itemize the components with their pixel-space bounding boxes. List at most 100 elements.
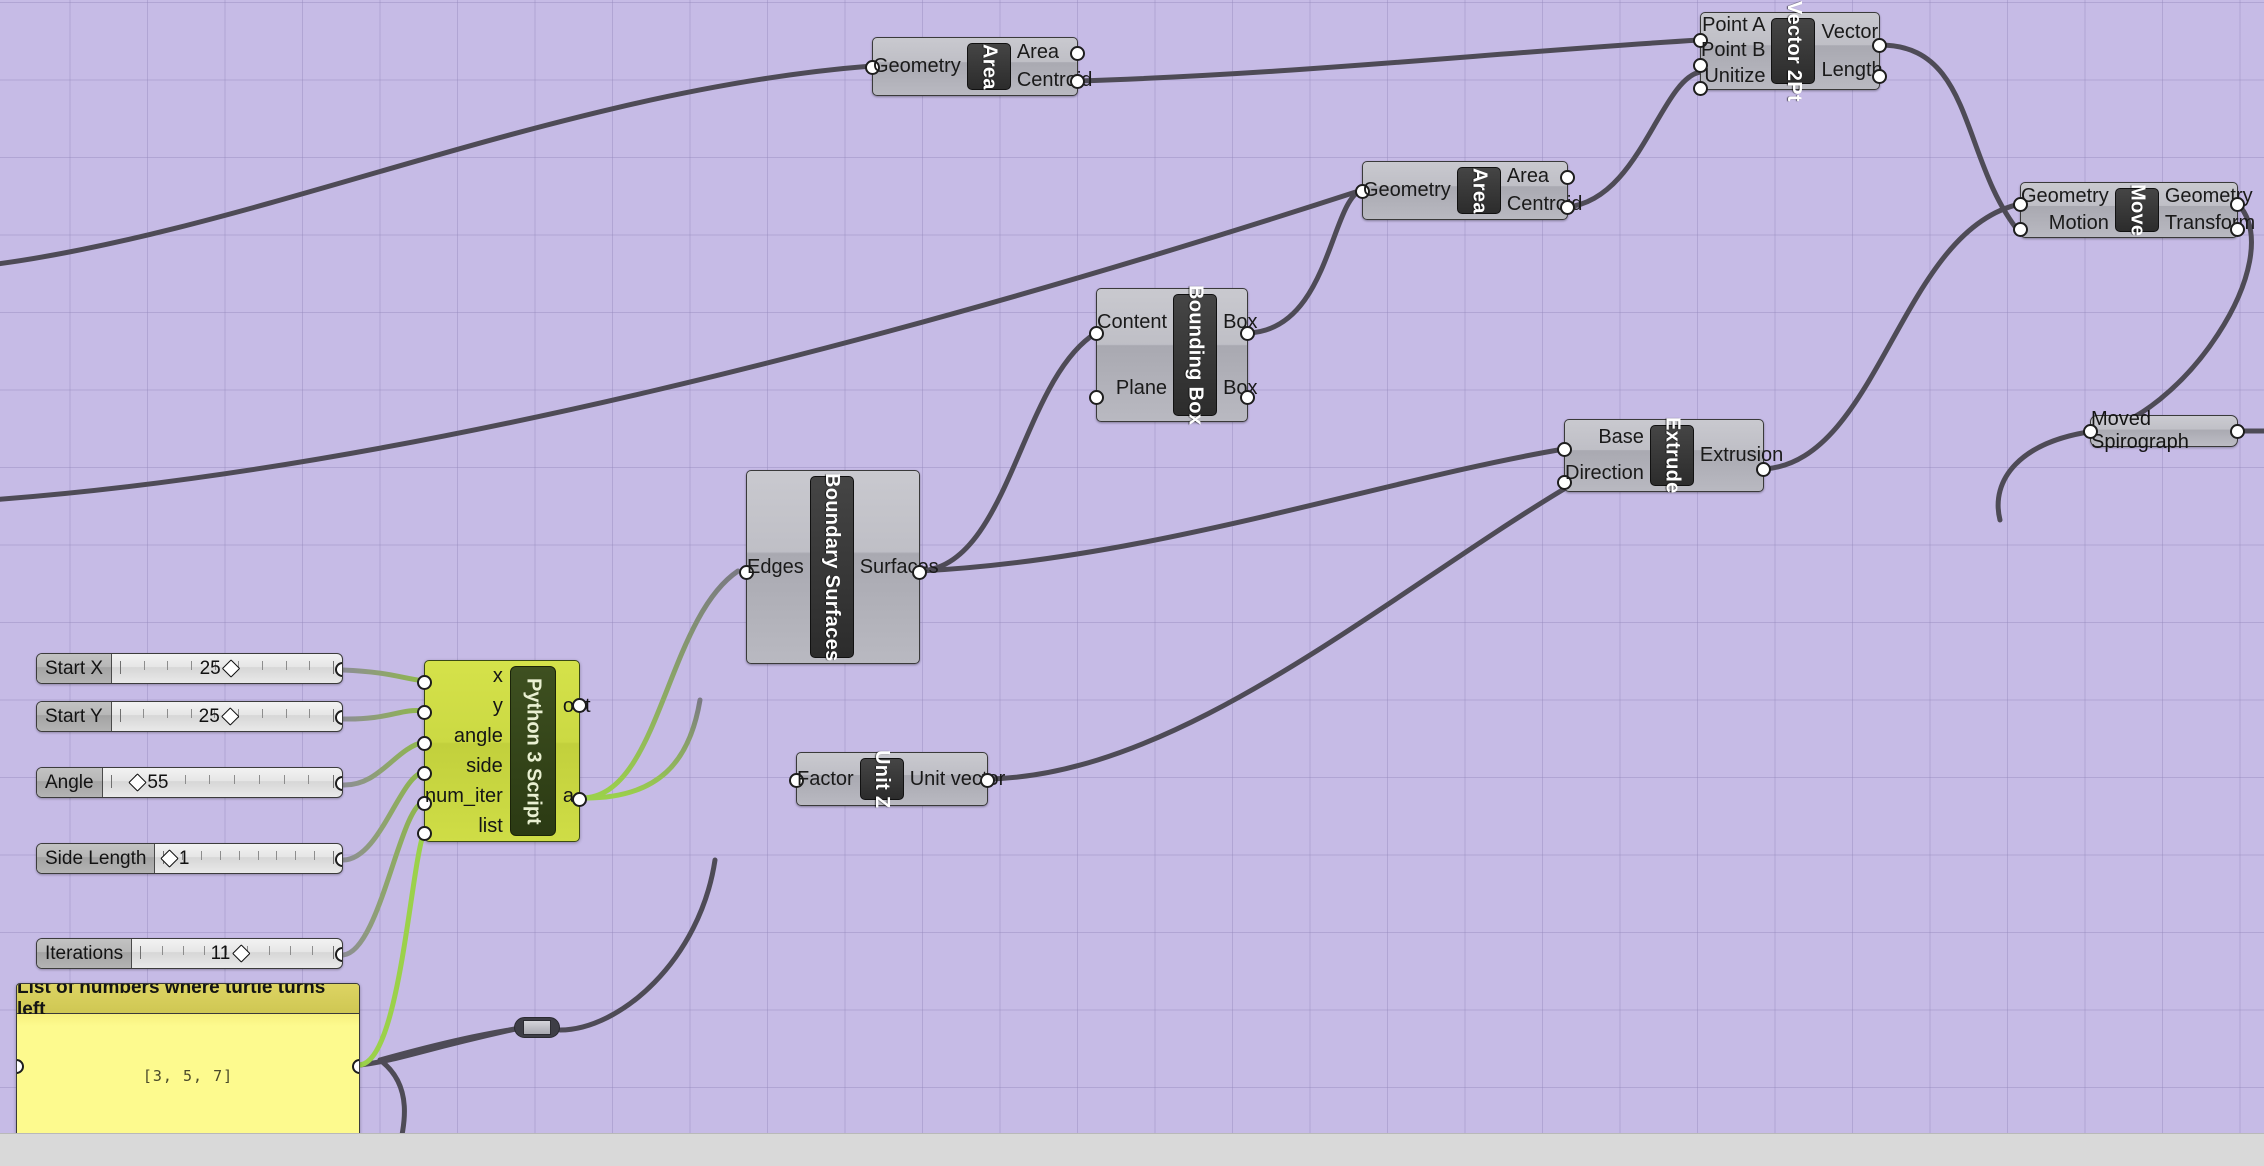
port-centroid-out[interactable] [1560,200,1575,215]
param-label: Vector [1821,20,1879,43]
param-label: Geometry [873,55,961,77]
param-label: side [466,754,503,777]
panel-body[interactable]: [3, 5, 7] [17,1014,359,1137]
inputs: Geometry [873,38,967,95]
param-label: Area [1016,40,1060,63]
component-title: Boundary Surfaces [821,472,844,662]
slider-angle[interactable]: Angle 55 [36,767,343,798]
component-title: Bounding Box [1184,284,1207,426]
panel-turtle-left-list[interactable]: List of numbers where turtle turns left … [16,983,360,1138]
component-title: Unit Z [871,749,894,809]
param-label: Surfaces [859,555,939,578]
param-label: Factor [797,767,854,790]
inputs: Edges [747,471,810,663]
param-label: Edges [747,555,804,578]
component-nub[interactable]: Area [966,43,1011,90]
component-python-3-script[interactable]: x y angle side num_iter list Python 3 Sc… [417,660,591,842]
param-label: angle [453,724,503,747]
inputs: Point A Point B Unitize [1701,13,1771,89]
component-title: Vector 2Pt [1782,0,1805,102]
param-label: Direction [1565,461,1644,484]
component-nub[interactable]: Extrude [1649,417,1694,494]
slider-track[interactable]: 55 [103,768,342,797]
param-label: Geometry [1363,179,1451,201]
param-label: Geometry [2021,185,2109,207]
param-label: num_iter [425,784,503,807]
port-out[interactable] [335,776,342,791]
outputs: Extrusion [1694,420,1783,491]
slider-start-y[interactable]: Start Y 25 [36,701,343,732]
slider-value: 25 [198,705,220,727]
panel-content: [3, 5, 7] [142,1066,234,1085]
component-nub[interactable]: Vector 2Pt [1771,1,1816,101]
slider-track[interactable]: 1 [155,844,342,873]
component-nub[interactable]: Area [1456,167,1501,214]
param-label: Unitize [1704,64,1766,87]
port-unit-vector-out[interactable] [980,773,995,788]
wire-relay[interactable] [514,1017,560,1038]
port-in[interactable] [2083,424,2098,439]
component-nub[interactable]: Python 3 Script [509,666,556,836]
port-area-out[interactable] [1070,46,1085,61]
slider-track[interactable]: 25 [112,654,342,683]
slider-label: Angle [37,768,103,797]
component-move[interactable]: Geometry Motion Move Geometry Transform [2013,182,2255,238]
param-label: Extrusion [1699,444,1784,466]
component-area-1[interactable]: Geometry Area Area Centroid [865,37,1092,96]
slider-handle[interactable] [160,849,179,868]
slider-track[interactable]: 25 [112,702,342,731]
component-bounding-box[interactable]: Content Plane Bounding Box Box Box [1089,285,1258,425]
param-moved-spirograph[interactable]: Moved Spirograph [2083,408,2245,453]
port-vector-out[interactable] [1872,38,1887,53]
port-out[interactable] [335,852,342,867]
component-unit-z[interactable]: Factor Unit Z Unit vector [789,750,1005,808]
component-nub[interactable]: Boundary Surfaces [809,473,854,661]
component-nub[interactable]: Bounding Box [1173,285,1218,425]
port-box-out-1[interactable] [1240,326,1255,341]
port-centroid-out[interactable] [1070,74,1085,89]
slider-start-x[interactable]: Start X 25 [36,653,343,684]
port-out[interactable] [352,1059,359,1074]
port-out-out[interactable] [572,698,587,713]
param-label: Content [1097,310,1168,333]
slider-value-group: 11 [211,939,251,968]
port-surfaces-out[interactable] [912,565,927,580]
port-out[interactable] [2230,424,2245,439]
port-out[interactable] [335,947,342,962]
slider-handle[interactable] [231,944,251,963]
port-transform-out[interactable] [2230,222,2245,237]
slider-handle[interactable] [221,707,240,726]
port-area-out[interactable] [1560,170,1575,185]
slider-handle[interactable] [128,773,148,792]
port-extrusion-out[interactable] [1756,462,1771,477]
slider-side-length[interactable]: Side Length 1 [36,843,343,874]
inputs: Base Direction [1565,420,1650,491]
slider-handle[interactable] [222,659,241,678]
component-title: Area [978,43,1001,90]
component-nub[interactable]: Unit Z [859,750,904,808]
param-label: Area [1506,164,1550,187]
port-out[interactable] [335,662,342,677]
component-vector-2pt[interactable]: Point A Point B Unitize Vector 2Pt Vecto… [1693,1,1887,101]
param-label: list [478,814,503,837]
slider-track[interactable]: 11 [132,939,342,968]
port-geometry-out[interactable] [2230,197,2245,212]
port-box-out-2[interactable] [1240,390,1255,405]
port-length-out[interactable] [1872,69,1887,84]
inputs: Content Plane [1097,289,1173,421]
slider-label: Start X [37,654,113,683]
component-title: Python 3 Script [522,677,545,825]
outputs: out a [556,661,591,841]
slider-iterations[interactable]: Iterations 11 [36,938,343,969]
component-extrude[interactable]: Base Direction Extrude Extrusion [1557,417,1783,494]
component-area-2[interactable]: Geometry Area Area Centroid [1355,161,1582,220]
inputs: x y angle side num_iter list [425,661,510,841]
param-label: Point B [1701,39,1766,62]
inputs: Geometry Motion [2021,183,2115,237]
port-a-out[interactable] [572,792,587,807]
port-out[interactable] [335,710,342,725]
slider-label: Side Length [37,844,156,873]
grasshopper-canvas[interactable]: Geometry Area Area Centroid Geometry Are… [0,0,2264,1166]
component-nub[interactable]: Move [2114,184,2159,236]
component-boundary-surfaces[interactable]: Edges Boundary Surfaces Surfaces [739,470,939,664]
